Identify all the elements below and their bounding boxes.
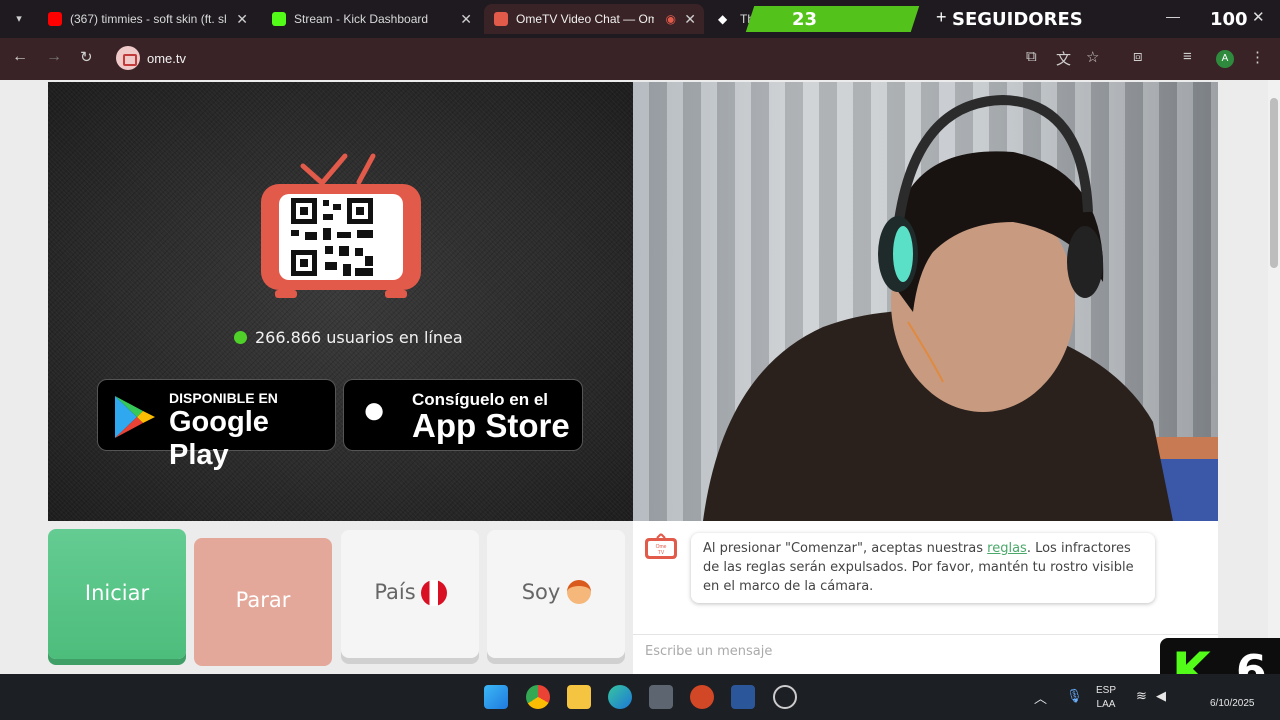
online-users-text: 266.866 usuarios en línea — [255, 328, 463, 347]
static-noise — [48, 82, 633, 521]
partner-video-panel: 266.866 usuarios en línea DISPONIBLE EN … — [48, 82, 633, 521]
start-button-label: Iniciar — [84, 581, 150, 605]
word-icon[interactable] — [731, 685, 755, 709]
tab-youtube[interactable]: (367) timmies - soft skin (ft. shi ✕ — [38, 4, 256, 34]
gender-button-label: Soy — [521, 580, 561, 604]
system-chat-message: Al presionar "Comenzar", aceptas nuestra… — [691, 533, 1155, 603]
ometv-page: 266.866 usuarios en línea DISPONIBLE EN … — [0, 80, 1280, 674]
system-date[interactable]: 6/10/2025 — [1210, 698, 1255, 709]
menu-icon[interactable]: ⋮ — [1250, 48, 1265, 66]
close-tab-icon[interactable]: ✕ — [460, 4, 472, 34]
recording-icon: ◉ — [665, 12, 676, 26]
google-play-badge[interactable]: DISPONIBLE EN Google Play — [97, 379, 336, 471]
keyboard-layout: LAA — [1096, 699, 1116, 710]
edge-icon[interactable] — [608, 685, 632, 709]
address-bar-row: ← → ↻ ome.tv ⧉ 文 ☆ ⧈ ≡ A ⋮ — [0, 38, 1280, 80]
rules-link[interactable]: reglas — [987, 541, 1027, 556]
chat-message-input[interactable]: Escribe un mensaje — [645, 644, 772, 659]
microphone-icon[interactable]: 🎙 — [1066, 688, 1083, 704]
volume-icon[interactable]: ◀ — [1156, 688, 1166, 704]
calculator-icon[interactable] — [649, 685, 673, 709]
powerpoint-icon[interactable] — [690, 685, 714, 709]
followers-current-count: 23 — [792, 9, 818, 30]
google-play-small-text: DISPONIBLE EN — [169, 390, 278, 406]
profile-avatar[interactable]: A — [1216, 50, 1234, 68]
url-field[interactable]: ome.tv — [147, 51, 186, 66]
diamond-icon: ◆ — [718, 12, 728, 26]
extensions-icon[interactable]: ⧈ — [1133, 48, 1143, 65]
translate-icon[interactable]: 文 — [1056, 48, 1071, 69]
tab-ometv[interactable]: OmeTV Video Chat — Ome ◉ ✕ — [484, 4, 704, 34]
back-icon[interactable]: ← — [12, 48, 28, 66]
online-users-counter: 266.866 usuarios en línea — [234, 328, 463, 347]
kick-icon — [272, 12, 286, 26]
self-camera-panel — [633, 82, 1218, 521]
svg-text:TV: TV — [658, 550, 665, 556]
browser-tab-bar: ▾ (367) timmies - soft skin (ft. shi ✕ S… — [0, 0, 1280, 38]
minimize-icon[interactable]: — — [1166, 8, 1180, 24]
tab-title: (367) timmies - soft skin (ft. shi — [70, 12, 226, 26]
tab-kick-dashboard[interactable]: Stream - Kick Dashboard ✕ — [262, 4, 480, 34]
install-app-icon[interactable]: ⧉ — [1026, 48, 1037, 65]
tab-title: Stream - Kick Dashboard — [294, 12, 429, 26]
reload-icon[interactable]: ↻ — [80, 48, 93, 66]
app-store-badge[interactable]: ● Consíguelo en el App Store — [343, 379, 583, 451]
chrome-icon[interactable] — [526, 685, 550, 709]
country-button-label: País — [374, 580, 416, 604]
file-explorer-icon[interactable] — [567, 685, 591, 709]
chat-panel: Ome TV Al presionar "Comenzar", aceptas … — [633, 521, 1218, 674]
tab-title: OmeTV Video Chat — Ome — [516, 12, 654, 26]
chat-divider — [633, 634, 1218, 635]
obs-icon[interactable] — [773, 685, 797, 709]
online-dot-icon — [234, 331, 247, 344]
scrollbar-thumb[interactable] — [1270, 98, 1278, 268]
tray-chevron-icon[interactable]: ︿ — [1034, 688, 1047, 707]
tab-search-button[interactable]: ▾ — [8, 8, 30, 30]
ometv-qr-tv-icon — [261, 153, 421, 298]
close-tab-icon[interactable]: ✕ — [684, 4, 696, 34]
apple-icon: ● — [362, 388, 387, 432]
followers-goal-count: 100 — [1210, 9, 1248, 30]
followers-progress-bar — [745, 6, 920, 32]
bookmark-star-icon[interactable]: ☆ — [1086, 48, 1099, 66]
gender-button[interactable]: Soy — [487, 530, 625, 658]
plus-icon: + — [936, 7, 947, 27]
windows-taskbar: ︿ 🎙 ESP LAA ≋ ◀ 6/10/2025 — [0, 674, 1280, 720]
ometv-logo-icon: Ome TV — [645, 533, 677, 559]
message-text-start: Al presionar "Comenzar", aceptas nuestra… — [703, 541, 988, 556]
followers-label: SEGUIDORES — [952, 9, 1083, 30]
windows-start-icon[interactable] — [484, 685, 508, 709]
app-store-big-text: App Store — [412, 407, 570, 444]
boy-emoji-icon — [567, 580, 591, 604]
media-control-icon[interactable]: ≡ — [1183, 48, 1192, 65]
google-play-icon — [115, 396, 155, 438]
wifi-icon[interactable]: ≋ — [1136, 688, 1147, 704]
youtube-icon — [48, 12, 62, 26]
close-tab-icon[interactable]: ✕ — [236, 4, 248, 34]
start-button[interactable]: Iniciar — [48, 529, 186, 659]
forward-icon[interactable]: → — [46, 48, 62, 66]
webcam-person-image — [703, 94, 1218, 521]
ometv-icon — [494, 12, 508, 26]
peru-flag-icon — [421, 580, 447, 606]
language-indicator[interactable]: ESP LAA — [1096, 684, 1116, 712]
page-scrollbar[interactable] — [1268, 80, 1280, 674]
language-code: ESP — [1096, 685, 1117, 696]
site-info-icon[interactable] — [116, 46, 140, 70]
window-close-icon[interactable]: ✕ — [1252, 8, 1265, 26]
google-play-big-text: Google Play — [169, 406, 269, 471]
